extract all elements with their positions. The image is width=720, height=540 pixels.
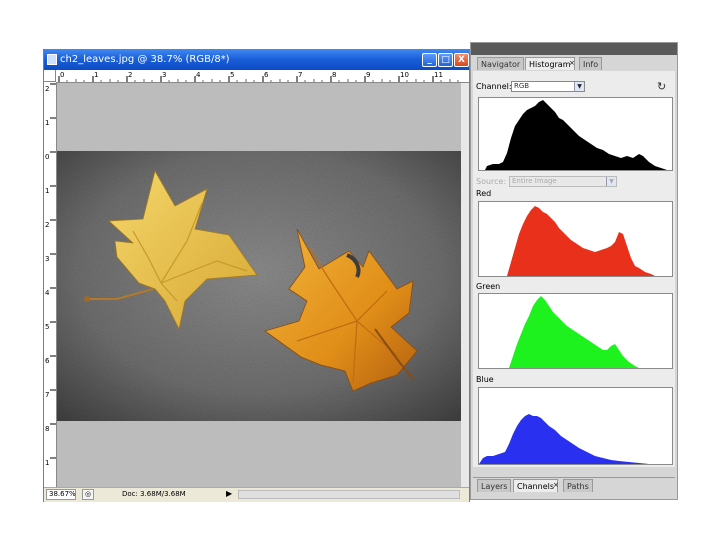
photoshop-document-icon <box>47 54 57 65</box>
status-options-icon[interactable]: ◎ <box>82 489 94 500</box>
ruler-tick-label: 9 <box>366 71 370 79</box>
ruler-tick-label: 1 <box>45 119 49 127</box>
rgb-histogram <box>478 97 673 171</box>
tab-channels[interactable]: Channels <box>513 479 559 492</box>
rgb-histogram-fill <box>479 100 672 170</box>
ruler-tick-label: 3 <box>45 255 49 263</box>
chevron-down-icon: ▼ <box>606 177 616 186</box>
ruler-tick-label: 11 <box>434 71 443 79</box>
blue-histogram-fill <box>479 414 672 464</box>
document-titlebar[interactable]: ch2_leaves.jpg @ 38.7% (RGB/8*) _ □ X <box>44 50 469 70</box>
chevron-down-icon: ▼ <box>574 82 584 91</box>
tab-paths[interactable]: Paths <box>563 479 593 492</box>
document-status-bar: 38.67% ◎ Doc: 3.68M/3.68M ▶ <box>44 487 469 502</box>
green-histogram-fill <box>479 296 672 368</box>
ruler-tick-label: 8 <box>45 425 49 433</box>
document-info: Doc: 3.68M/3.68M <box>122 490 186 498</box>
channel-label: Channel: <box>476 82 512 91</box>
ruler-tick-label: 7 <box>298 71 302 79</box>
tab-histogram[interactable]: Histogram <box>525 57 575 70</box>
document-window: ch2_leaves.jpg @ 38.7% (RGB/8*) _ □ X 0 … <box>43 49 470 502</box>
tab-info[interactable]: Info <box>579 57 603 70</box>
ruler-tick-label: 0 <box>45 153 49 161</box>
blue-histogram <box>478 387 673 465</box>
green-histogram <box>478 293 673 369</box>
maximize-button[interactable]: □ <box>438 53 453 67</box>
ruler-tick-label: 7 <box>45 391 49 399</box>
channel-select[interactable]: RGB ▼ <box>511 81 585 92</box>
panel-tabs-bottom: Layers Channels × Paths <box>473 477 675 492</box>
source-select: Entire Image ▼ <box>509 176 617 187</box>
ruler-tick-label: 1 <box>45 187 49 195</box>
ruler-tick-label: 1 <box>45 459 49 467</box>
source-select-value: Entire Image <box>512 177 557 185</box>
vertical-ruler[interactable]: 2 1 0 1 2 3 4 5 6 7 8 1 <box>44 82 57 487</box>
minimize-button[interactable]: _ <box>422 53 437 67</box>
channel-select-value: RGB <box>514 82 530 90</box>
blue-channel-label: Blue <box>476 375 494 384</box>
tab-layers[interactable]: Layers <box>477 479 512 492</box>
horizontal-ruler[interactable]: 0 1 2 3 4 5 6 7 8 9 10 11 <box>56 70 469 83</box>
zoom-level-field[interactable]: 38.67% <box>46 489 76 500</box>
close-button[interactable]: X <box>454 53 469 67</box>
horizontal-scrollbar[interactable] <box>238 490 460 499</box>
panel-grip-bar[interactable] <box>471 43 677 55</box>
status-menu-arrow-icon[interactable]: ▶ <box>226 489 232 498</box>
ruler-tick-label: 2 <box>45 221 49 229</box>
ruler-tick-label: 4 <box>45 289 50 297</box>
histogram-panel-dock: Navigator Histogram × Info Channel: RGB … <box>470 42 678 500</box>
green-channel-label: Green <box>476 282 501 291</box>
tab-navigator[interactable]: Navigator <box>477 57 525 70</box>
leaves-photo[interactable] <box>57 151 461 421</box>
ruler-tick-label: 10 <box>400 71 409 79</box>
ruler-tick-label: 6 <box>45 357 50 365</box>
ruler-tick-label: 8 <box>332 71 336 79</box>
refresh-icon[interactable]: ↻ <box>657 80 666 93</box>
histogram-panel-body: Channel: RGB ▼ ↻ ⚠ Source: Entire Image … <box>473 71 675 467</box>
panel-tabs-top: Navigator Histogram × Info <box>473 57 675 72</box>
ruler-origin[interactable] <box>44 70 56 82</box>
ruler-tick-label: 3 <box>162 71 166 79</box>
red-histogram <box>478 201 673 277</box>
ruler-tick-label: 5 <box>230 71 234 79</box>
ruler-tick-label: 5 <box>45 323 49 331</box>
source-label: Source: <box>476 177 507 186</box>
document-title: ch2_leaves.jpg @ 38.7% (RGB/8*) <box>60 54 230 65</box>
ruler-tick-label: 6 <box>264 71 269 79</box>
ruler-tick-label: 0 <box>60 71 64 79</box>
ruler-tick-label: 4 <box>196 71 201 79</box>
red-histogram-fill <box>479 206 672 276</box>
ruler-tick-label: 1 <box>94 71 98 79</box>
close-tab-icon[interactable]: × <box>553 481 559 489</box>
ruler-tick-label: 2 <box>45 85 49 93</box>
red-channel-label: Red <box>476 189 492 198</box>
ruler-tick-label: 2 <box>128 71 132 79</box>
close-tab-icon[interactable]: × <box>569 59 575 67</box>
vertical-scrollbar[interactable] <box>461 83 469 487</box>
